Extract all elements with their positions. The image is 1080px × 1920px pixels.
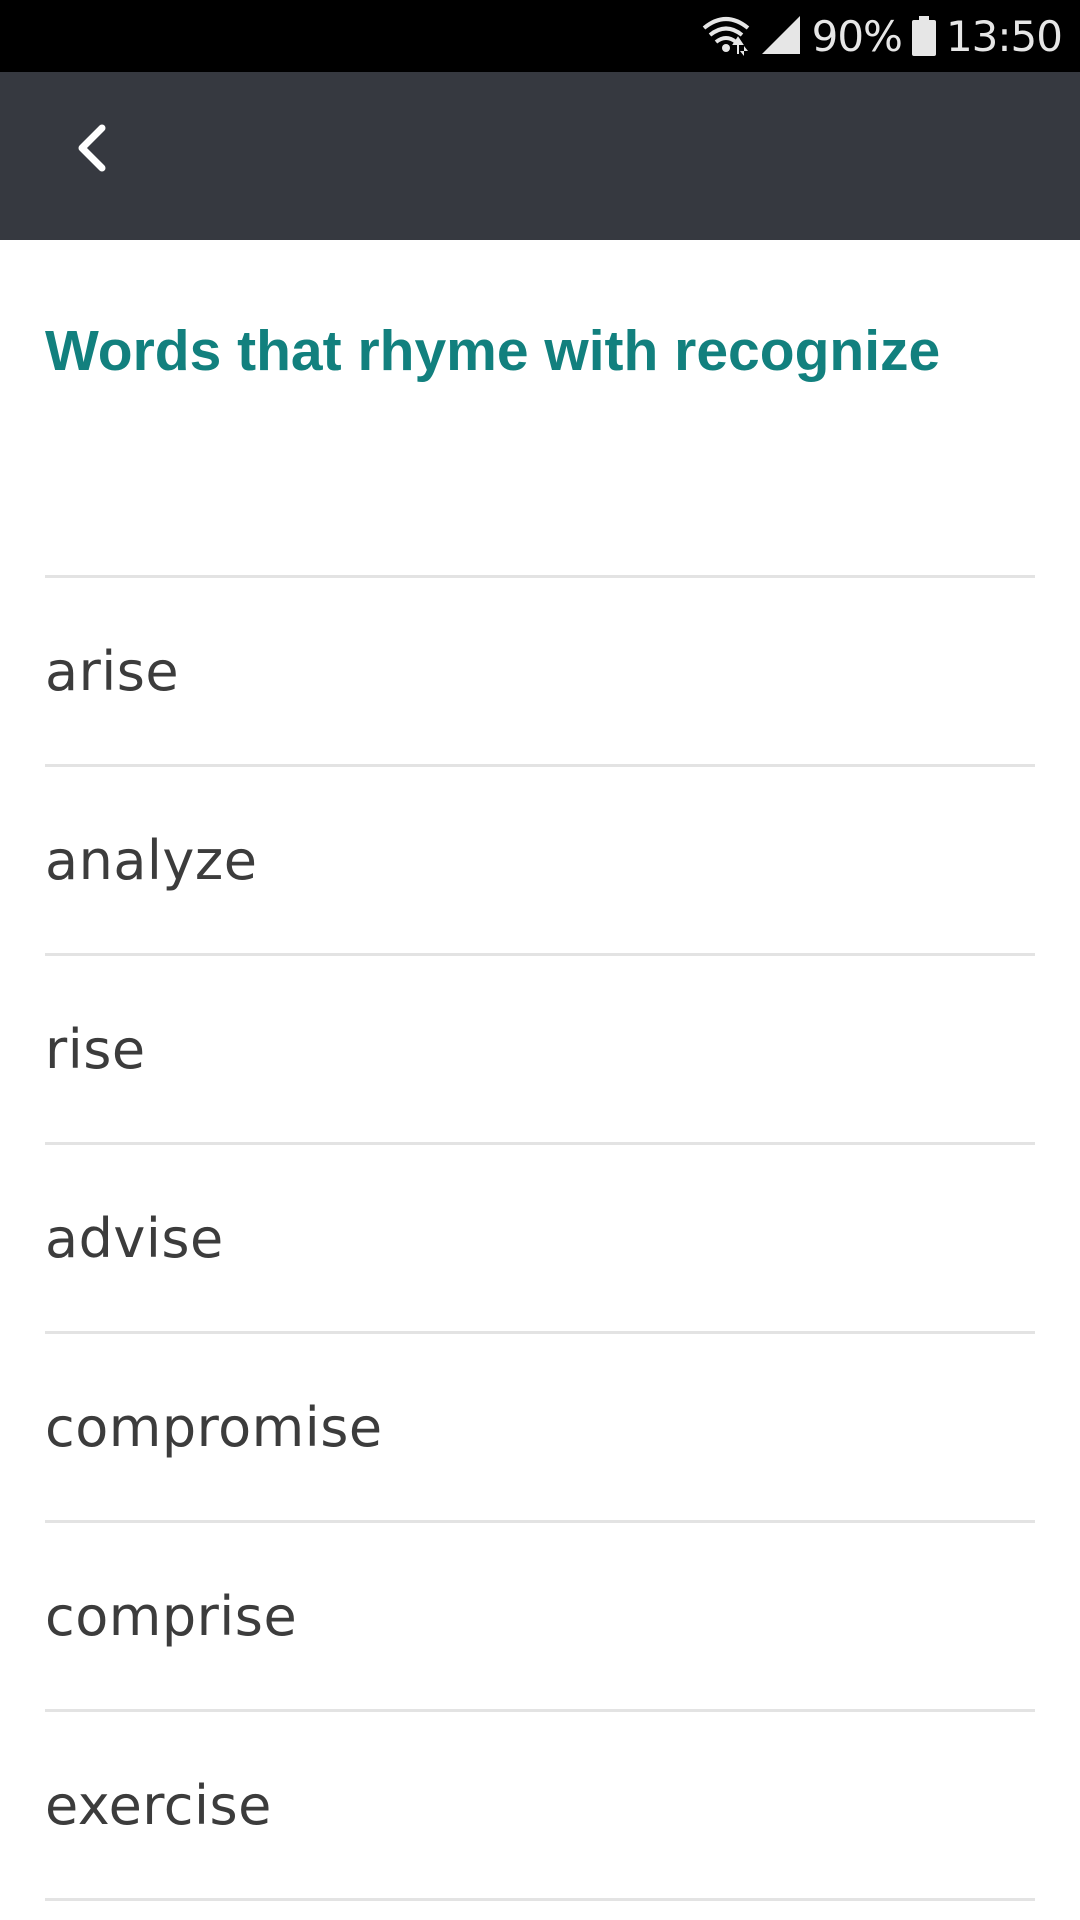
status-indicators: 90% 13:50: [700, 0, 1063, 72]
rhyme-word: compromise: [45, 1395, 383, 1459]
chevron-left-icon: [72, 124, 112, 177]
list-item[interactable]: compromise: [45, 1334, 1035, 1523]
rhyme-word: arise: [45, 639, 180, 703]
rhyme-list: arise analyze rise advise compromise com…: [45, 575, 1035, 1901]
list-item[interactable]: arise: [45, 578, 1035, 767]
list-item[interactable]: rise: [45, 956, 1035, 1145]
status-bar: 90% 13:50: [0, 0, 1080, 72]
app-bar: [0, 72, 1080, 240]
rhyme-word: advise: [45, 1206, 224, 1270]
list-item[interactable]: advise: [45, 1145, 1035, 1334]
list-item[interactable]: analyze: [45, 767, 1035, 956]
signal-icon: [761, 16, 802, 56]
back-button[interactable]: [52, 110, 132, 190]
list-item[interactable]: comprise: [45, 1523, 1035, 1712]
rhyme-word: analyze: [45, 828, 258, 892]
rhyme-word: rise: [45, 1017, 146, 1081]
list-item[interactable]: exercise: [45, 1712, 1035, 1901]
rhyme-word: comprise: [45, 1584, 298, 1648]
clock: 13:50: [945, 11, 1063, 61]
page-title: Words that rhyme with recognize: [45, 319, 941, 383]
battery-icon: [911, 16, 936, 56]
wifi-icon: [700, 14, 752, 58]
rhyme-word: exercise: [45, 1773, 272, 1837]
battery-level: 90%: [811, 11, 903, 61]
